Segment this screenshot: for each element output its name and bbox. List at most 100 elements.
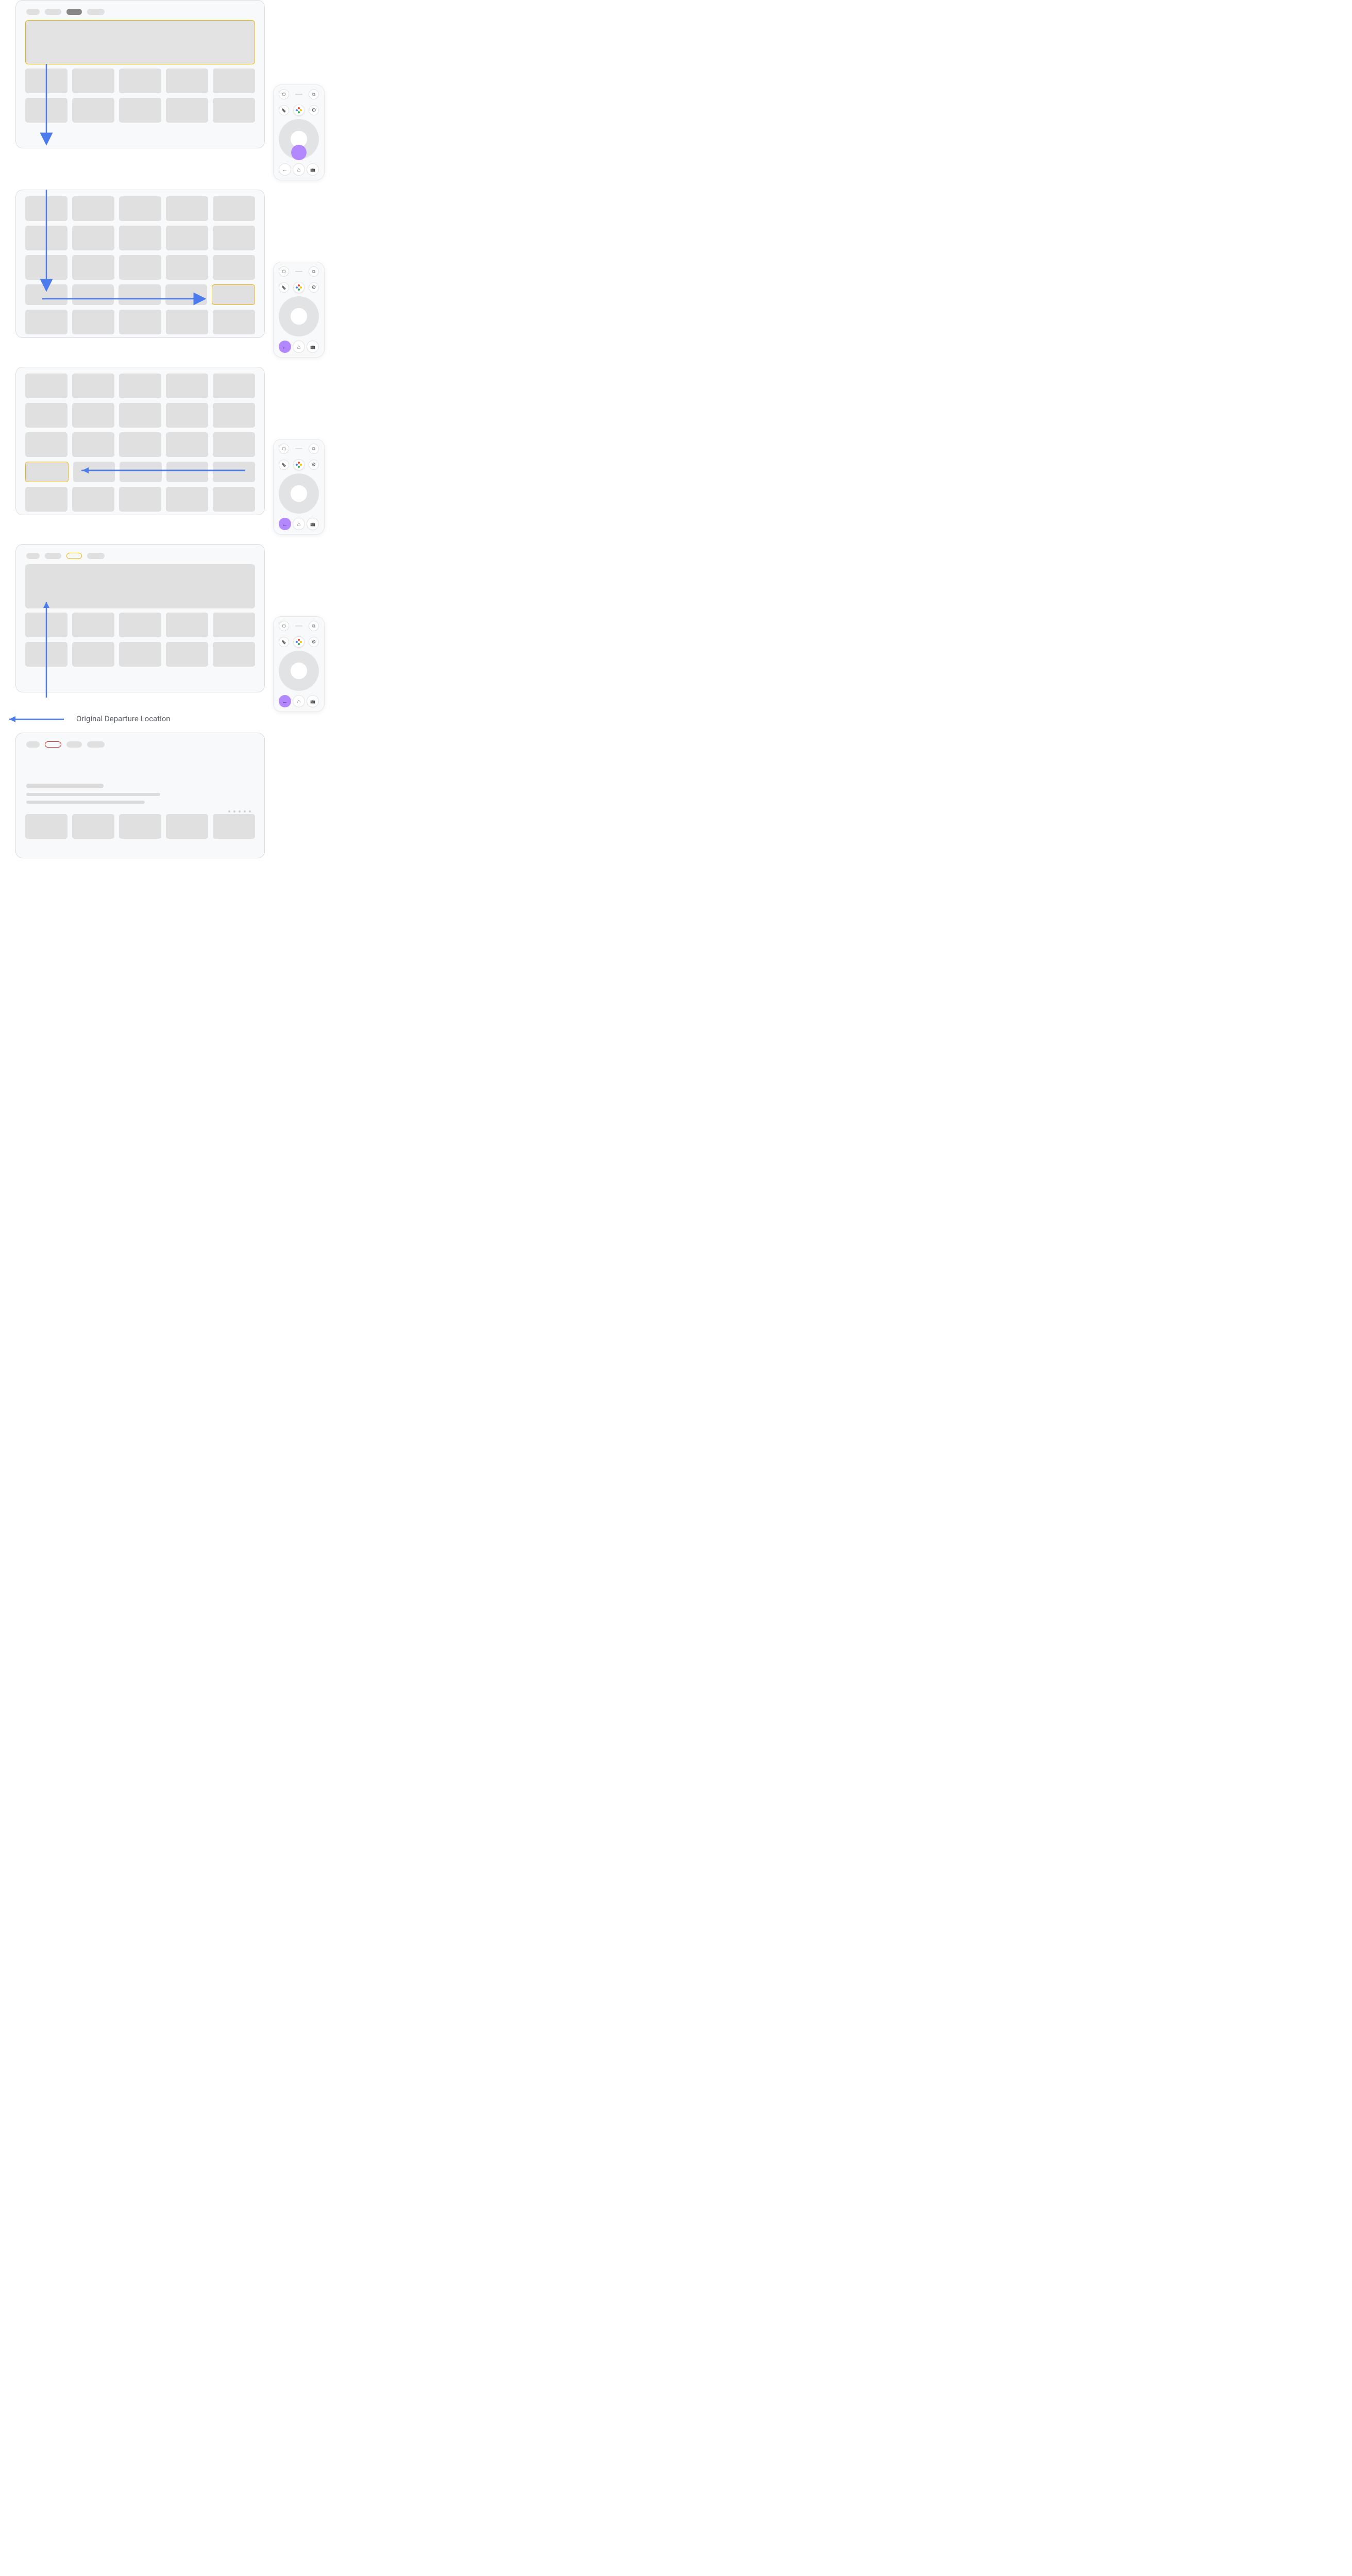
- hero-card-focused[interactable]: [25, 20, 255, 64]
- card-focused[interactable]: [212, 284, 255, 305]
- card[interactable]: [166, 613, 208, 637]
- tab-4[interactable]: [87, 553, 105, 559]
- card[interactable]: [119, 310, 161, 334]
- card[interactable]: [119, 814, 161, 839]
- card[interactable]: [25, 814, 67, 839]
- tab-3-focused[interactable]: [66, 553, 82, 559]
- card[interactable]: [213, 432, 255, 457]
- card[interactable]: [166, 98, 208, 123]
- card[interactable]: [25, 487, 67, 512]
- back-button[interactable]: [279, 163, 291, 176]
- card[interactable]: [213, 310, 255, 334]
- card[interactable]: [72, 642, 114, 667]
- card[interactable]: [25, 403, 67, 428]
- card[interactable]: [72, 69, 114, 93]
- card[interactable]: [119, 98, 161, 123]
- input-button[interactable]: [309, 89, 319, 99]
- card[interactable]: [166, 432, 208, 457]
- card[interactable]: [166, 69, 208, 93]
- card[interactable]: [72, 196, 114, 221]
- power-button[interactable]: [279, 621, 289, 631]
- dpad[interactable]: [279, 119, 319, 159]
- dpad[interactable]: [279, 651, 319, 691]
- card[interactable]: [166, 642, 208, 667]
- assistant-button[interactable]: [293, 459, 305, 470]
- assistant-button[interactable]: [293, 636, 305, 648]
- dpad-select[interactable]: [290, 662, 308, 680]
- assistant-button[interactable]: [293, 105, 305, 116]
- card[interactable]: [119, 226, 161, 250]
- dpad[interactable]: [279, 296, 319, 336]
- card[interactable]: [72, 403, 114, 428]
- bookmark-button[interactable]: [279, 282, 289, 293]
- card[interactable]: [25, 310, 67, 334]
- card[interactable]: [119, 69, 161, 93]
- home-button[interactable]: [293, 163, 305, 176]
- card[interactable]: [72, 226, 114, 250]
- home-button[interactable]: [293, 695, 305, 707]
- card-focused[interactable]: [25, 462, 69, 482]
- live-tv-button[interactable]: [307, 163, 319, 176]
- card[interactable]: [72, 613, 114, 637]
- card[interactable]: [166, 374, 208, 398]
- card[interactable]: [213, 69, 255, 93]
- tab-1[interactable]: [26, 741, 40, 748]
- card[interactable]: [166, 487, 208, 512]
- settings-button[interactable]: [309, 460, 319, 470]
- card[interactable]: [213, 374, 255, 398]
- power-button[interactable]: [279, 89, 289, 99]
- tab-1[interactable]: [26, 9, 40, 15]
- dpad-down-highlighted[interactable]: [291, 145, 307, 160]
- card[interactable]: [119, 255, 161, 280]
- card[interactable]: [166, 196, 208, 221]
- input-button[interactable]: [309, 621, 319, 631]
- card[interactable]: [72, 374, 114, 398]
- tab-1[interactable]: [26, 553, 40, 559]
- back-button-highlighted[interactable]: [279, 518, 291, 530]
- tab-2[interactable]: [45, 553, 61, 559]
- card[interactable]: [119, 487, 161, 512]
- card[interactable]: [119, 403, 161, 428]
- input-button[interactable]: [309, 266, 319, 277]
- card[interactable]: [213, 226, 255, 250]
- tab-2[interactable]: [45, 9, 61, 15]
- card[interactable]: [72, 98, 114, 123]
- card[interactable]: [119, 613, 161, 637]
- input-button[interactable]: [309, 444, 319, 454]
- bookmark-button[interactable]: [279, 105, 289, 115]
- back-button-highlighted[interactable]: [279, 695, 291, 707]
- card[interactable]: [213, 255, 255, 280]
- card[interactable]: [72, 432, 114, 457]
- live-tv-button[interactable]: [307, 518, 319, 530]
- card[interactable]: [213, 814, 255, 839]
- card[interactable]: [119, 196, 161, 221]
- card[interactable]: [25, 432, 67, 457]
- card[interactable]: [166, 403, 208, 428]
- card[interactable]: [25, 374, 67, 398]
- card[interactable]: [213, 403, 255, 428]
- card[interactable]: [213, 487, 255, 512]
- card[interactable]: [119, 374, 161, 398]
- tab-3-active[interactable]: [66, 9, 82, 15]
- card[interactable]: [166, 814, 208, 839]
- card[interactable]: [213, 613, 255, 637]
- card[interactable]: [166, 310, 208, 334]
- card[interactable]: [213, 196, 255, 221]
- tab-4[interactable]: [87, 9, 105, 15]
- bookmark-button[interactable]: [279, 460, 289, 470]
- settings-button[interactable]: [309, 637, 319, 647]
- settings-button[interactable]: [309, 105, 319, 115]
- card[interactable]: [72, 310, 114, 334]
- card[interactable]: [166, 226, 208, 250]
- power-button[interactable]: [279, 266, 289, 277]
- card[interactable]: [72, 814, 114, 839]
- bookmark-button[interactable]: [279, 637, 289, 647]
- card[interactable]: [213, 642, 255, 667]
- dpad-select[interactable]: [290, 308, 308, 325]
- card[interactable]: [166, 255, 208, 280]
- settings-button[interactable]: [309, 282, 319, 293]
- hero-card[interactable]: [25, 564, 255, 608]
- live-tv-button[interactable]: [307, 695, 319, 707]
- tab-3[interactable]: [66, 741, 82, 748]
- card[interactable]: [119, 432, 161, 457]
